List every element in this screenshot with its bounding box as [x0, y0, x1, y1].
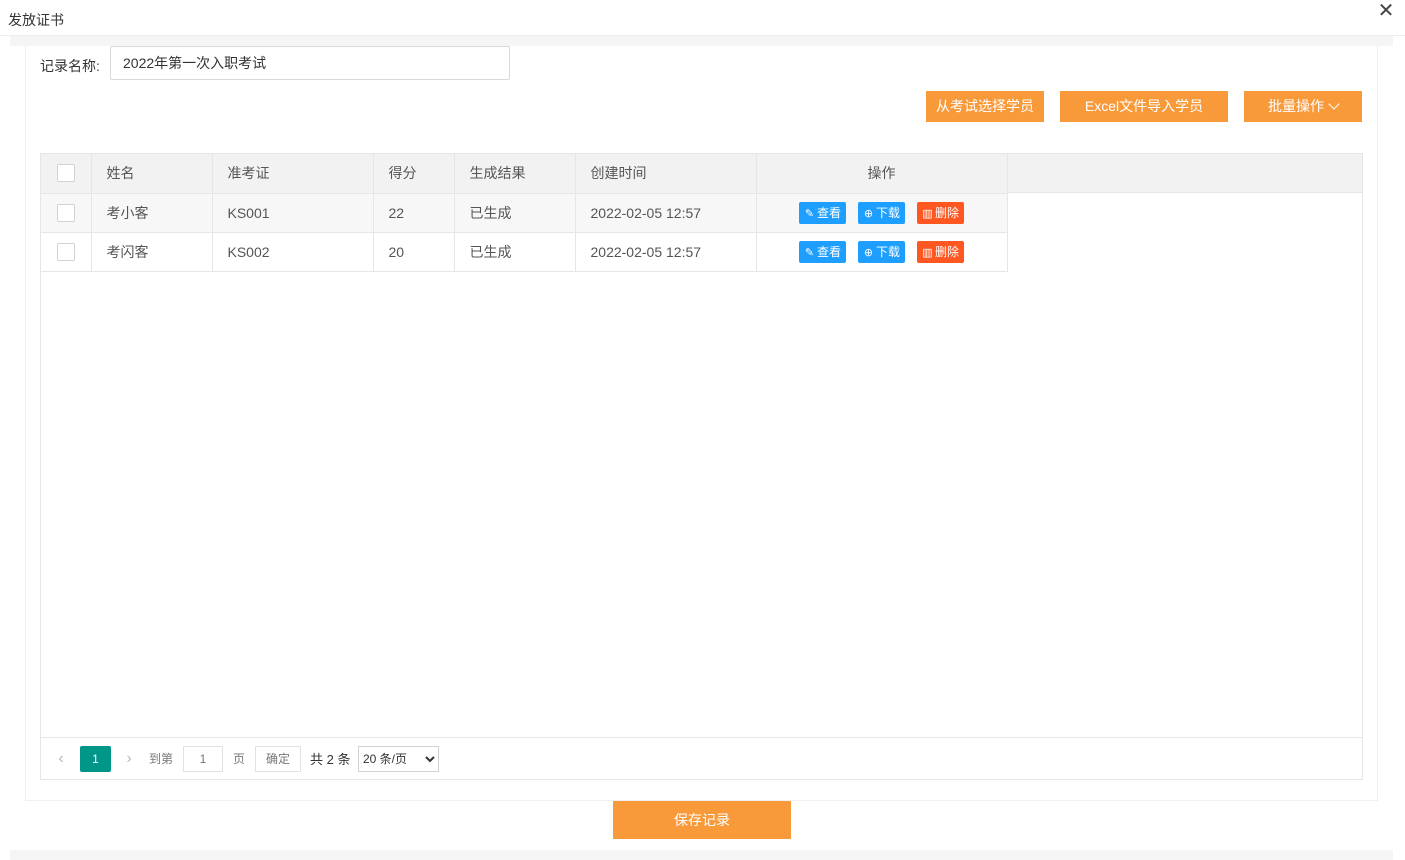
- cell-actions: ✎ 查看 ⊕ 下载 ▥ 删除: [756, 232, 1008, 272]
- cell-result: 已生成: [454, 232, 576, 272]
- download-label: 下载: [875, 244, 900, 259]
- cell-actions: ✎ 查看 ⊕ 下载 ▥ 删除: [756, 193, 1008, 233]
- view-label: 查看: [816, 244, 841, 259]
- cell-ticket: KS001: [212, 193, 374, 233]
- record-name-input[interactable]: [110, 46, 510, 80]
- download-icon: ⊕: [863, 246, 874, 259]
- cell-name: 考小客: [91, 193, 213, 233]
- page-unit-label: 页: [233, 752, 246, 766]
- table-row: 考小客 KS001 22 已生成 2022-02-05 12:57 ✎ 查看 ⊕ 下载…: [41, 193, 1008, 233]
- delete-label: 删除: [935, 205, 960, 220]
- cell-created: 2022-02-05 12:57: [575, 232, 757, 272]
- trash-icon: ▥: [922, 207, 933, 220]
- select-from-exam-button[interactable]: 从考试选择学员: [926, 91, 1044, 122]
- view-button[interactable]: ✎ 查看: [798, 201, 846, 224]
- cell-name: 考闪客: [91, 232, 213, 272]
- row-checkbox[interactable]: [56, 242, 75, 261]
- batch-operations-label: 批量操作: [1268, 98, 1324, 114]
- student-grid: 姓名 准考证 得分 生成结果 创建时间 操作 考小客 KS001 22 已生成 …: [41, 154, 1008, 272]
- dialog-title: 发放证书: [8, 12, 64, 28]
- row-check-cell: [41, 232, 92, 272]
- page-size-select[interactable]: 20 条/页: [358, 746, 439, 772]
- download-icon: ⊕: [863, 207, 874, 220]
- download-button[interactable]: ⊕ 下载: [857, 201, 905, 224]
- row-checkbox[interactable]: [56, 203, 75, 222]
- delete-button[interactable]: ▥ 删除: [917, 201, 965, 224]
- prev-page-icon[interactable]: ‹: [51, 748, 71, 770]
- save-record-button[interactable]: 保存记录: [613, 801, 791, 839]
- record-name-label: 记录名称:: [40, 58, 100, 74]
- select-all-checkbox[interactable]: [56, 164, 75, 183]
- edit-icon: ✎: [804, 246, 815, 259]
- col-header-score: 得分: [373, 154, 455, 194]
- delete-button[interactable]: ▥ 删除: [917, 240, 965, 263]
- issue-certificate-dialog: 发放证书 ✕ 记录名称: 从考试选择学员 Excel文件导入学员 批量操作 姓名…: [0, 0, 1405, 860]
- goto-label: 到第: [149, 752, 174, 766]
- view-label: 查看: [816, 205, 841, 220]
- pagination: ‹ 1 › 到第 页 确定 共 2 条 20 条/页: [41, 737, 1362, 779]
- close-icon[interactable]: ✕: [1377, 0, 1395, 22]
- chevron-down-icon: [1328, 98, 1340, 110]
- download-button[interactable]: ⊕ 下载: [857, 240, 905, 263]
- total-count: 共 2 条: [310, 752, 351, 767]
- col-header-ticket: 准考证: [212, 154, 374, 194]
- student-table: 姓名 准考证 得分 生成结果 创建时间 操作 考小客 KS001 22 已生成 …: [40, 153, 1363, 780]
- row-check-cell: [41, 193, 92, 233]
- table-row: 考闪客 KS002 20 已生成 2022-02-05 12:57 ✎ 查看 ⊕ 下载…: [41, 232, 1008, 272]
- import-excel-button[interactable]: Excel文件导入学员: [1060, 91, 1228, 122]
- top-strip: [10, 36, 1393, 46]
- cell-created: 2022-02-05 12:57: [575, 193, 757, 233]
- next-page-icon[interactable]: ›: [119, 748, 139, 770]
- batch-operations-button[interactable]: 批量操作: [1244, 91, 1362, 122]
- cell-score: 22: [373, 193, 455, 233]
- col-header-actions: 操作: [756, 154, 1008, 194]
- delete-label: 删除: [935, 244, 960, 259]
- page-1-button[interactable]: 1: [80, 746, 111, 772]
- goto-confirm-button[interactable]: 确定: [255, 746, 301, 772]
- col-header-result: 生成结果: [454, 154, 576, 194]
- trash-icon: ▥: [922, 246, 933, 259]
- download-label: 下载: [875, 205, 900, 220]
- select-all-cell: [41, 154, 92, 194]
- cell-result: 已生成: [454, 193, 576, 233]
- cell-ticket: KS002: [212, 232, 374, 272]
- bottom-strip: [10, 850, 1393, 860]
- cell-score: 20: [373, 232, 455, 272]
- view-button[interactable]: ✎ 查看: [798, 240, 846, 263]
- col-header-name: 姓名: [91, 154, 213, 194]
- table-header-row: 姓名 准考证 得分 生成结果 创建时间 操作: [41, 154, 1008, 194]
- edit-icon: ✎: [804, 207, 815, 220]
- goto-page-input[interactable]: [183, 746, 223, 772]
- col-header-created: 创建时间: [575, 154, 757, 194]
